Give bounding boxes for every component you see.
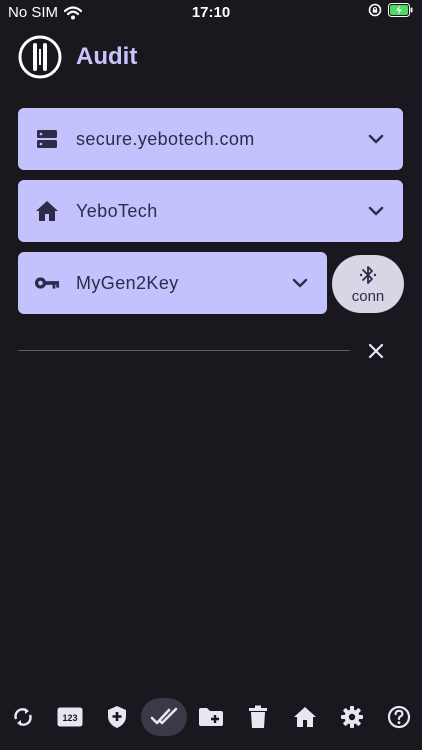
- help-icon: [387, 705, 411, 729]
- key-icon: [34, 270, 60, 296]
- home-button[interactable]: [282, 698, 328, 736]
- done-all-icon: [150, 707, 178, 725]
- rune-logo-icon: [18, 35, 62, 79]
- delete-button[interactable]: [235, 698, 281, 736]
- bluetooth-icon: [359, 265, 377, 284]
- status-bar: No SIM 17:10: [0, 0, 422, 24]
- audit-button[interactable]: [141, 698, 187, 736]
- battery-charging-icon: [388, 3, 413, 17]
- connect-button-label: conn: [351, 287, 385, 305]
- numbers-icon-label: 123: [62, 713, 77, 723]
- clear-filter-button[interactable]: [364, 339, 388, 363]
- home-icon: [34, 198, 60, 224]
- sync-icon: [14, 708, 32, 726]
- filter-input[interactable]: [18, 350, 350, 351]
- close-icon: [368, 343, 384, 359]
- chevron-down-icon: [365, 200, 387, 222]
- server-select-value: secure.yebotech.com: [76, 128, 255, 149]
- domain-select[interactable]: YeboTech: [18, 180, 403, 242]
- domain-select-value: YeboTech: [76, 200, 158, 221]
- key-select[interactable]: MyGen2Key: [18, 252, 327, 314]
- settings-icon: [341, 706, 363, 728]
- orientation-lock-icon: [368, 3, 382, 17]
- bottom-toolbar: 123: [0, 694, 422, 740]
- chevron-down-icon: [365, 128, 387, 150]
- status-time: 17:10: [191, 4, 231, 21]
- server-icon: [34, 126, 60, 152]
- app-header: Audit: [18, 34, 137, 80]
- sync-button[interactable]: [0, 698, 46, 736]
- numbers-button[interactable]: 123: [47, 698, 93, 736]
- chevron-down-icon: [289, 272, 311, 294]
- home-icon: [294, 707, 316, 727]
- numbers-icon: 123: [57, 707, 83, 727]
- help-button[interactable]: [376, 698, 422, 736]
- key-select-value: MyGen2Key: [76, 272, 179, 293]
- shield-plus-button[interactable]: [94, 698, 140, 736]
- trash-icon: [249, 705, 267, 728]
- add-folder-button[interactable]: [188, 698, 234, 736]
- page-title: Audit: [76, 43, 138, 70]
- connect-button[interactable]: conn: [332, 255, 404, 313]
- shield-plus-icon: [108, 706, 126, 728]
- folder-plus-icon: [199, 708, 223, 726]
- server-select[interactable]: secure.yebotech.com: [18, 108, 403, 170]
- settings-button[interactable]: [329, 698, 375, 736]
